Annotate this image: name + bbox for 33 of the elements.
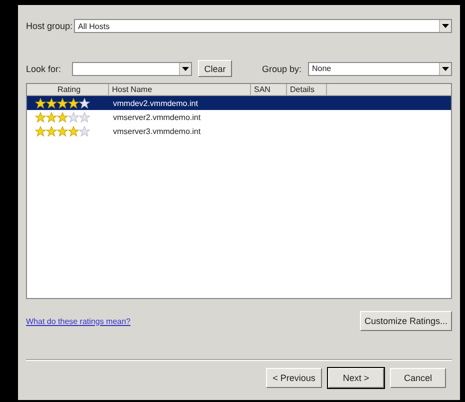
- filled-star-icon: [46, 112, 57, 122]
- group-by-dropdown[interactable]: None: [308, 62, 452, 76]
- filled-star-icon: [57, 112, 68, 122]
- column-header[interactable]: Details: [287, 84, 327, 95]
- look-for-label: Look for:: [26, 64, 62, 74]
- column-header[interactable]: Host Name: [109, 84, 251, 95]
- group-by-label: Group by:: [262, 64, 303, 74]
- filled-star-icon: [57, 98, 68, 108]
- host-name-cell: vmserver3.vmmdemo.int: [113, 126, 201, 136]
- host-group-label: Host group:: [26, 21, 74, 31]
- host-group-dropdown[interactable]: All Hosts: [74, 19, 452, 33]
- clear-button[interactable]: Clear: [198, 60, 232, 77]
- filled-star-icon: [35, 98, 46, 108]
- host-name-cell: vmserver2.vmmdemo.int: [113, 112, 201, 122]
- filled-star-icon: [68, 98, 79, 108]
- filled-star-icon: [46, 126, 57, 136]
- host-name-cell: vmmdev2.vmmdemo.int: [113, 98, 198, 108]
- column-header[interactable]: SAN: [251, 84, 287, 95]
- wizard-button[interactable]: < Previous: [266, 368, 322, 388]
- wizard-button[interactable]: Cancel: [390, 368, 446, 388]
- filled-star-icon: [68, 126, 79, 136]
- filled-star-icon: [57, 126, 68, 136]
- table-row[interactable]: vmserver2.vmmdemo.int: [27, 110, 451, 124]
- filled-star-icon: [46, 98, 57, 108]
- customize-ratings-button[interactable]: Customize Ratings...: [360, 311, 452, 331]
- filled-star-icon: [35, 126, 46, 136]
- help-link[interactable]: What do these ratings mean?: [26, 316, 131, 326]
- filled-star-icon: [35, 112, 46, 122]
- table-row[interactable]: vmmdev2.vmmdemo.int: [27, 96, 451, 110]
- column-header[interactable]: Rating: [27, 84, 109, 95]
- next-button[interactable]: Next >: [328, 368, 384, 388]
- look-for-field[interactable]: [72, 62, 192, 76]
- table-row[interactable]: vmserver3.vmmdemo.int: [27, 124, 451, 138]
